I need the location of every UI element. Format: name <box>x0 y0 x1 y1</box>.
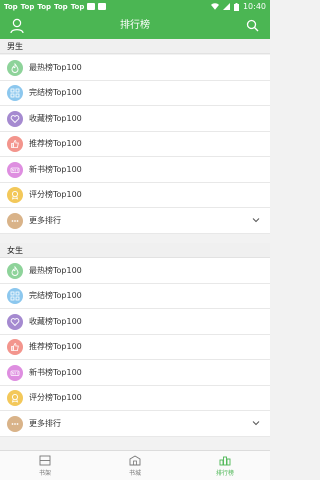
fire-icon <box>7 262 23 279</box>
thumb-up-icon <box>7 136 23 152</box>
ranking-item-label: 推荐榜Top100 <box>29 342 82 352</box>
section-header-female: 女生 <box>0 243 270 258</box>
tab-bookshelf[interactable]: 书架 <box>0 451 90 480</box>
store-icon <box>129 454 141 465</box>
bookshelf-icon <box>39 455 51 465</box>
ranking-item-label: 更多排行 <box>29 418 61 428</box>
ranking-item-more[interactable]: 更多排行 <box>0 208 270 234</box>
section-header-male: 男生 <box>0 39 270 54</box>
bottom-tab-bar: 书架 书城 排行榜 <box>0 450 270 480</box>
ranking-item[interactable]: 评分榜Top100 <box>0 183 270 208</box>
status-top-label: Top <box>20 2 35 11</box>
notification-icon <box>98 3 107 10</box>
ranking-item[interactable]: 新书榜Top100 <box>0 360 270 386</box>
ranking-item-label: 评分榜Top100 <box>29 190 82 200</box>
image-notification-icon <box>87 3 96 10</box>
ranking-item-label: 收藏榜Top100 <box>29 316 82 326</box>
ranking-item[interactable]: 最热榜Top100 <box>0 55 270 81</box>
ranking-item[interactable]: 最热榜Top100 <box>0 258 270 284</box>
tab-label: 书架 <box>38 469 51 477</box>
ranking-icon <box>219 456 231 465</box>
ranking-item[interactable]: 收藏榜Top100 <box>0 106 270 132</box>
status-top-label: Top <box>4 2 18 11</box>
fire-icon <box>7 59 23 76</box>
tab-label: 排行榜 <box>215 469 234 477</box>
status-right: 10:40 <box>210 0 266 13</box>
ranking-item-label: 完结榜Top100 <box>29 88 82 98</box>
status-top-label: Top <box>54 2 68 11</box>
ranking-item-label: 完结榜Top100 <box>29 291 82 301</box>
status-top-label: Top <box>37 2 52 11</box>
ranking-item-label: 推荐榜Top100 <box>29 139 82 149</box>
ranking-item-label: 最热榜Top100 <box>29 265 82 275</box>
ranking-item-label: 新书榜Top100 <box>29 164 82 174</box>
status-left: Top Top Top Top Top <box>4 0 107 13</box>
ranking-list-male: 最热榜Top100 完结榜Top100 收藏榜Top100 推荐榜Top100 … <box>0 55 270 234</box>
search-icon[interactable] <box>246 19 259 32</box>
signal-icon <box>222 3 230 10</box>
status-bar: Top Top Top Top Top 10:40 <box>0 0 270 13</box>
ranking-item[interactable]: 评分榜Top100 <box>0 386 270 411</box>
ranking-item-label: 收藏榜Top100 <box>29 113 82 123</box>
tab-label: 书城 <box>128 469 141 477</box>
more-icon <box>7 212 23 229</box>
page-title: 排行榜 <box>120 20 150 31</box>
more-icon <box>7 415 23 432</box>
ranking-item-label: 更多排行 <box>29 215 61 225</box>
chevron-down-icon[interactable] <box>252 217 260 223</box>
ranking-item-label: 最热榜Top100 <box>29 62 82 72</box>
tab-ranking[interactable]: 排行榜 <box>180 451 270 480</box>
ranking-item[interactable]: 收藏榜Top100 <box>0 309 270 335</box>
grid-icon <box>7 288 23 304</box>
ranking-item[interactable]: 新书榜Top100 <box>0 157 270 183</box>
battery-icon <box>233 2 239 11</box>
medal-icon <box>7 187 23 203</box>
chevron-down-icon[interactable] <box>252 420 260 426</box>
status-time: 10:40 <box>242 2 266 11</box>
ranking-item[interactable]: 完结榜Top100 <box>0 284 270 309</box>
ranking-item-label: 新书榜Top100 <box>29 367 82 377</box>
new-icon <box>7 364 23 381</box>
ranking-item[interactable]: 推荐榜Top100 <box>0 335 270 360</box>
new-icon <box>7 161 23 178</box>
status-top-label: Top <box>70 2 85 11</box>
tab-store[interactable]: 书城 <box>90 451 180 480</box>
wifi-icon <box>210 3 219 10</box>
heart-icon <box>7 313 23 330</box>
grid-icon <box>7 85 23 101</box>
ranking-item-label: 评分榜Top100 <box>29 393 82 403</box>
thumb-up-icon <box>7 339 23 355</box>
ranking-item[interactable]: 推荐榜Top100 <box>0 132 270 157</box>
ranking-item-more[interactable]: 更多排行 <box>0 411 270 437</box>
medal-icon <box>7 390 23 406</box>
heart-icon <box>7 110 23 127</box>
ranking-list-female: 最热榜Top100 完结榜Top100 收藏榜Top100 推荐榜Top100 … <box>0 258 270 437</box>
ranking-item[interactable]: 完结榜Top100 <box>0 81 270 106</box>
app-bar: 排行榜 <box>0 13 270 39</box>
